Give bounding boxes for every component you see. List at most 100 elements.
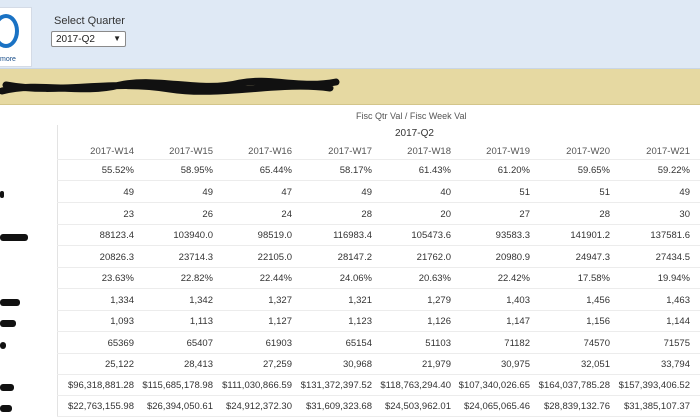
row-divider	[57, 353, 700, 354]
table-cell: 25,122	[104, 359, 134, 370]
table-cell: $131,372,397.52	[300, 380, 372, 391]
column-header-divider	[57, 159, 700, 160]
table-cell: 1,456	[586, 295, 610, 306]
row-divider	[57, 245, 700, 246]
quarter-select[interactable]: 2017-Q2 ▼	[51, 31, 126, 47]
row-divider	[57, 331, 700, 332]
table-cell: 1,147	[506, 316, 530, 327]
table-cell: 71182	[504, 338, 530, 349]
column-header-2017-w19[interactable]: 2017-W19	[460, 146, 530, 157]
table-cell: 49	[123, 187, 134, 198]
table-cell: 116983.4	[333, 230, 372, 241]
table-cell: 65154	[345, 338, 372, 349]
table-cell: 98519.0	[257, 230, 292, 241]
table-cell: 1,156	[586, 316, 610, 327]
table-cell: $157,393,406.52	[618, 380, 690, 391]
table-cell: 24	[281, 209, 292, 220]
column-header-2017-w14[interactable]: 2017-W14	[64, 146, 134, 157]
column-header-2017-w18[interactable]: 2017-W18	[381, 146, 451, 157]
row-divider	[57, 267, 700, 268]
chevron-down-icon: ▼	[113, 34, 121, 43]
table-cell: 23	[123, 209, 134, 220]
table-cell: $28,839,132.76	[543, 401, 610, 412]
table-cell: 22.42%	[497, 273, 530, 284]
pivot-field-path: Fisc Qtr Val / Fisc Week Val	[356, 111, 467, 121]
table-cell: 137581.6	[650, 230, 690, 241]
table-cell: 61903	[265, 338, 292, 349]
table-cell: 1,144	[666, 316, 690, 327]
redacted-row-label	[0, 405, 12, 412]
filter-label: Select Quarter	[54, 15, 125, 27]
column-header-2017-w15[interactable]: 2017-W15	[143, 146, 213, 157]
table-cell: 23.63%	[101, 273, 134, 284]
table-cell: 51	[519, 187, 530, 198]
table-cell: 33,794	[660, 359, 690, 370]
table-cell: 28	[361, 209, 372, 220]
column-header-2017-w17[interactable]: 2017-W17	[302, 146, 372, 157]
table-cell: 65369	[107, 338, 134, 349]
table-cell: 1,279	[427, 295, 451, 306]
redacted-row-label	[0, 299, 20, 306]
table-cell: 23714.3	[178, 252, 213, 263]
table-cell: 22.82%	[180, 273, 213, 284]
table-cell: 27	[519, 209, 530, 220]
table-cell: 28,413	[183, 359, 213, 370]
column-header-2017-w21[interactable]: 2017-W21	[620, 146, 690, 157]
table-cell: 20826.3	[99, 252, 134, 263]
table-cell: 19.94%	[657, 273, 690, 284]
table-cell: 24.06%	[339, 273, 372, 284]
table-cell: $96,318,881.28	[67, 380, 134, 391]
column-header-2017-w20[interactable]: 2017-W20	[540, 146, 610, 157]
table-cell: 27434.5	[655, 252, 690, 263]
table-cell: 74570	[583, 338, 610, 349]
table-cell: 71575	[663, 338, 690, 349]
redacted-row-label	[0, 234, 28, 241]
table-cell: 1,113	[189, 316, 213, 327]
table-cell: $31,385,107.37	[623, 401, 690, 412]
table-cell: $164,037,785.28	[538, 380, 610, 391]
table-cell: $24,912,372.30	[225, 401, 292, 412]
table-cell: 49	[679, 187, 690, 198]
table-cell: 1,403	[506, 295, 530, 306]
table-cell: 40	[440, 187, 451, 198]
table-cell: 30	[679, 209, 690, 220]
table-cell: 22105.0	[257, 252, 292, 263]
table-cell: 61.20%	[497, 165, 530, 176]
table-cell: 58.17%	[339, 165, 372, 176]
row-divider	[57, 180, 700, 181]
table-cell: $24,065,065.46	[463, 401, 530, 412]
table-cell: 20980.9	[495, 252, 530, 263]
table-cell: 20.63%	[418, 273, 451, 284]
table-cell: 51103	[425, 338, 451, 349]
table-cell: 22.44%	[259, 273, 292, 284]
table-cell: 1,342	[189, 295, 213, 306]
table-cell: 1,334	[110, 295, 134, 306]
table-cell: $22,763,155.98	[67, 401, 134, 412]
redacted-row-label	[0, 342, 6, 349]
table-cell: 59.65%	[577, 165, 610, 176]
table-cell: 21762.0	[416, 252, 451, 263]
table-cell: 49	[202, 187, 213, 198]
table-cell: 88123.4	[99, 230, 134, 241]
table-cell: 59.22%	[657, 165, 690, 176]
table-cell: $26,394,050.61	[146, 401, 213, 412]
table-cell: 17.58%	[577, 273, 610, 284]
table-cell: 1,327	[268, 295, 292, 306]
table-cell: 30,975	[500, 359, 530, 370]
table-cell: 1,123	[348, 316, 372, 327]
table-cell: 30,968	[342, 359, 372, 370]
table-cell: 55.52%	[101, 165, 134, 176]
column-header-2017-w16[interactable]: 2017-W16	[222, 146, 292, 157]
table-cell: 1,126	[427, 316, 451, 327]
top-filter-bar: more Select Quarter 2017-Q2 ▼	[0, 0, 700, 69]
table-cell: 24947.3	[575, 252, 610, 263]
logo-mark-icon	[0, 14, 19, 48]
table-cell: 32,051	[580, 359, 610, 370]
row-divider	[57, 310, 700, 311]
table-cell: $31,609,323.68	[305, 401, 372, 412]
table-cell: 103940.0	[173, 230, 213, 241]
table-cell: 28	[599, 209, 610, 220]
table-cell: 49	[361, 187, 372, 198]
table-cell: 20	[440, 209, 451, 220]
row-divider	[57, 288, 700, 289]
